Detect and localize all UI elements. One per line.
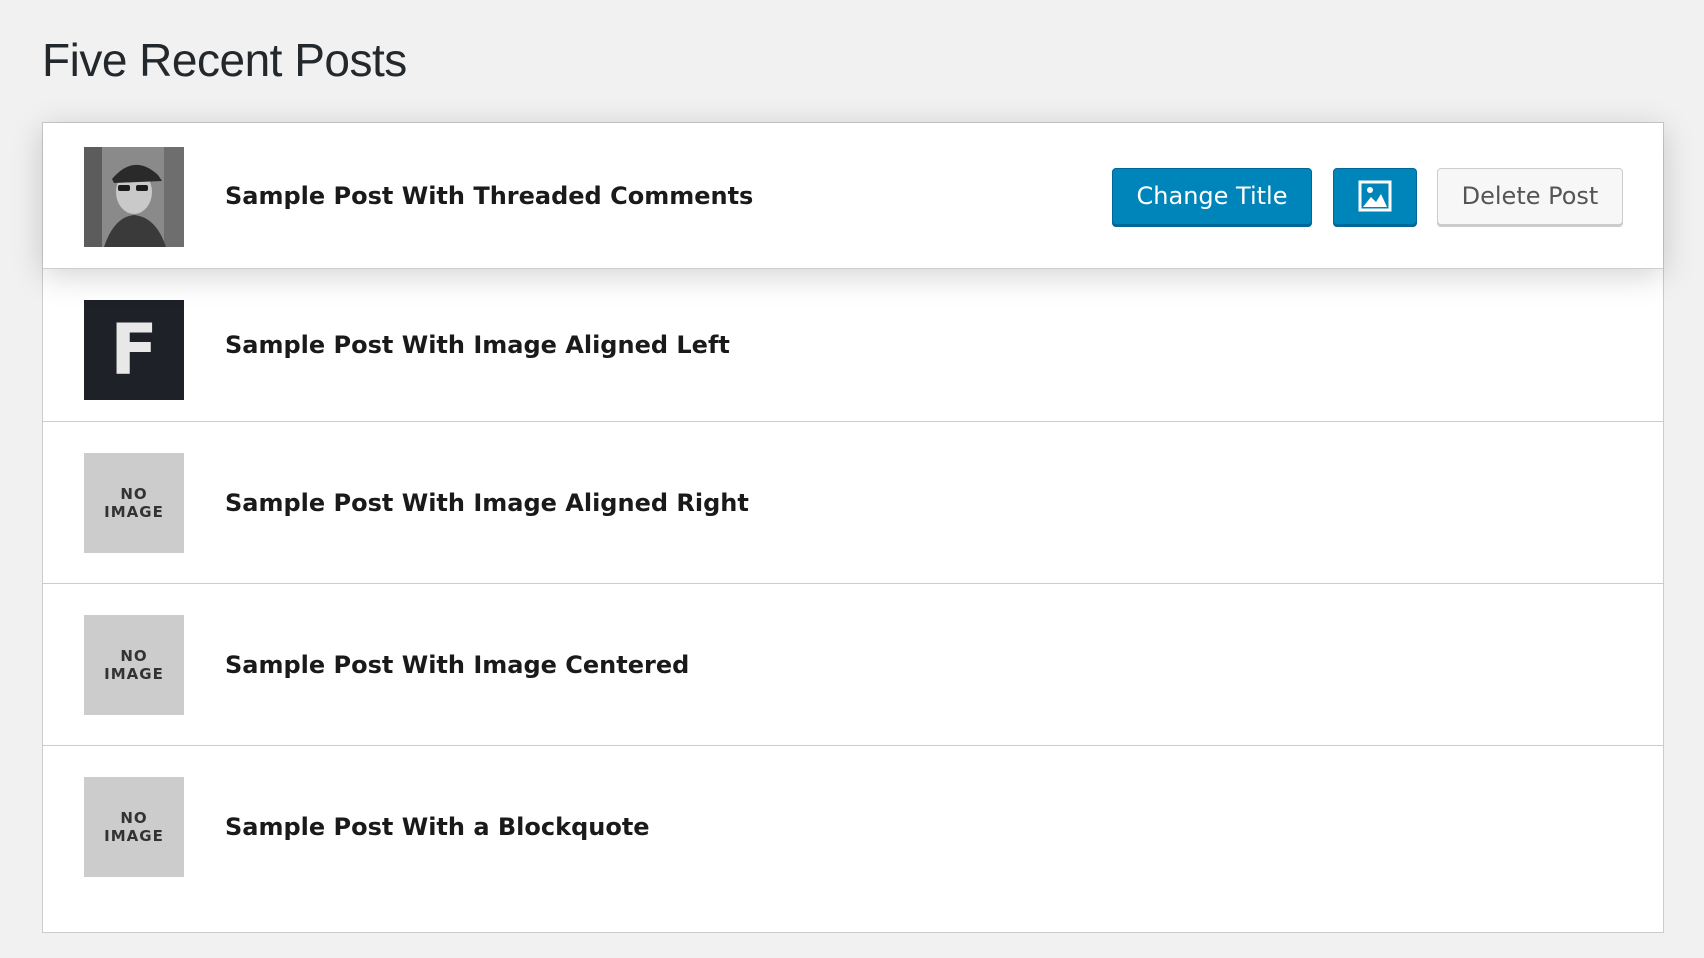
list-item[interactable]: Sample Post With Threaded Comments Chang… — [43, 123, 1663, 269]
list-item[interactable]: NO IMAGE Sample Post With Image Aligned … — [43, 422, 1663, 584]
post-title[interactable]: Sample Post With Threaded Comments — [225, 123, 753, 268]
no-image-placeholder: NO IMAGE — [84, 615, 184, 715]
no-image-label-line1: NO — [120, 647, 148, 665]
no-image-placeholder: NO IMAGE — [84, 453, 184, 553]
list-item[interactable]: NO IMAGE Sample Post With a Blockquote — [43, 746, 1663, 932]
no-image-placeholder: NO IMAGE — [84, 777, 184, 877]
list-item[interactable]: NO IMAGE Sample Post With Image Centered — [43, 584, 1663, 746]
post-title[interactable]: Sample Post With Image Aligned Left — [225, 269, 730, 421]
change-title-button[interactable]: Change Title — [1112, 167, 1312, 225]
post-list: Sample Post With Threaded Comments Chang… — [42, 122, 1664, 933]
image-icon — [1358, 180, 1392, 212]
post-title[interactable]: Sample Post With Image Centered — [225, 584, 689, 745]
post-title[interactable]: Sample Post With Image Aligned Right — [225, 422, 749, 583]
post-thumbnail: F — [84, 300, 184, 400]
no-image-label-line2: IMAGE — [104, 665, 164, 683]
post-title[interactable]: Sample Post With a Blockquote — [225, 746, 650, 908]
page: Five Recent Posts Sample Post With Threa… — [0, 0, 1704, 958]
set-image-button[interactable] — [1333, 167, 1417, 225]
no-image-label-line2: IMAGE — [104, 503, 164, 521]
list-item[interactable]: F Sample Post With Image Aligned Left — [43, 269, 1663, 422]
post-actions: Change Title Delete Post — [1112, 167, 1623, 225]
no-image-label-line1: NO — [120, 809, 148, 827]
person-photo-icon — [84, 147, 184, 247]
delete-post-button[interactable]: Delete Post — [1437, 167, 1623, 225]
post-thumbnail — [84, 147, 184, 247]
no-image-label-line2: IMAGE — [104, 827, 164, 845]
page-title: Five Recent Posts — [42, 34, 407, 86]
no-image-label-line1: NO — [120, 485, 148, 503]
